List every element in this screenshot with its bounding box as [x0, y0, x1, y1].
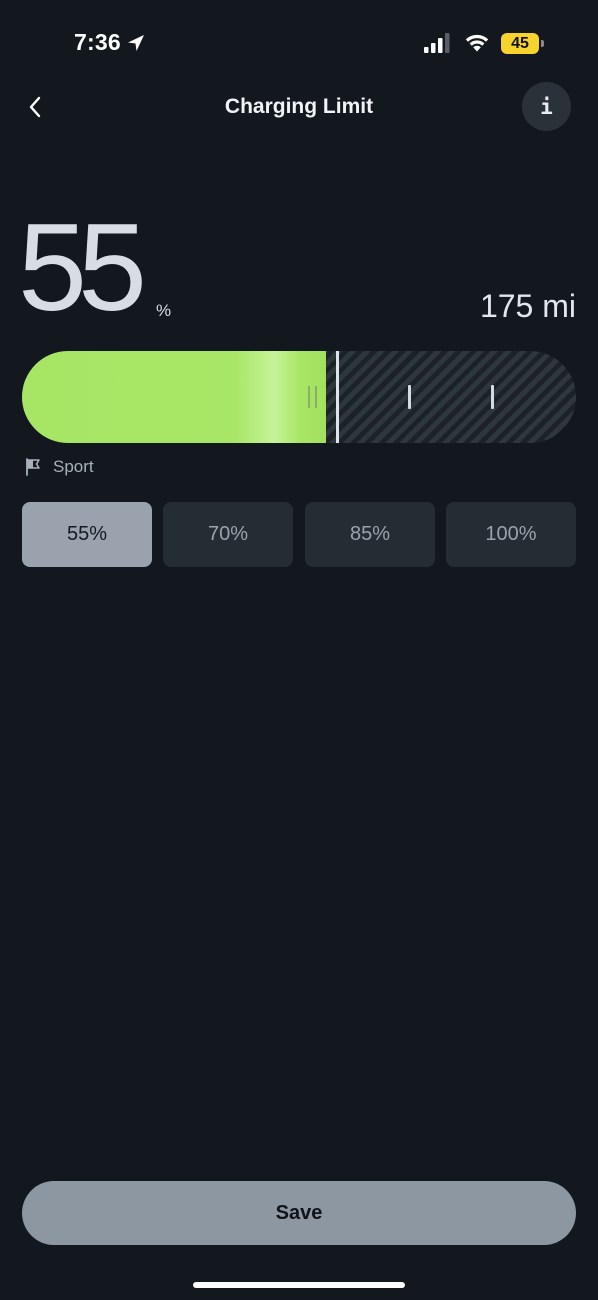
charge-limit-unit: %	[156, 301, 172, 320]
mode-label: Sport	[53, 457, 94, 476]
info-icon: i	[540, 94, 553, 119]
location-arrow-icon	[127, 34, 144, 51]
charge-limit-value: 55	[18, 199, 147, 337]
battery-icon: 45	[501, 33, 545, 54]
preset-85-button[interactable]: 85%	[305, 502, 435, 567]
time-group: 7:36	[74, 29, 146, 56]
slider-handle[interactable]	[336, 351, 339, 443]
home-indicator	[193, 1282, 405, 1288]
slider-fill	[22, 351, 326, 443]
cellular-signal-icon	[424, 33, 450, 53]
battery-level: 45	[511, 34, 529, 52]
slider-tick	[491, 385, 494, 409]
wifi-icon	[465, 34, 489, 52]
status-time: 7:36	[74, 29, 121, 55]
slider-tick	[408, 385, 411, 409]
preset-options: 55% 70% 85% 100%	[22, 502, 576, 567]
info-button[interactable]: i	[522, 82, 571, 131]
flag-icon	[26, 458, 40, 476]
slider-grip-icon	[308, 386, 317, 408]
save-button[interactable]: Save	[22, 1181, 576, 1245]
mode-row: Sport	[24, 457, 94, 477]
preset-70-button[interactable]: 70%	[163, 502, 293, 567]
preset-55-button[interactable]: 55%	[22, 502, 152, 567]
battery-body: 45	[501, 33, 539, 54]
preset-100-button[interactable]: 100%	[446, 502, 576, 567]
battery-cap	[541, 40, 544, 47]
page-title: Charging Limit	[224, 95, 374, 118]
status-bar: 7:36 45	[0, 0, 598, 88]
estimated-range: 175 mi	[479, 288, 576, 324]
